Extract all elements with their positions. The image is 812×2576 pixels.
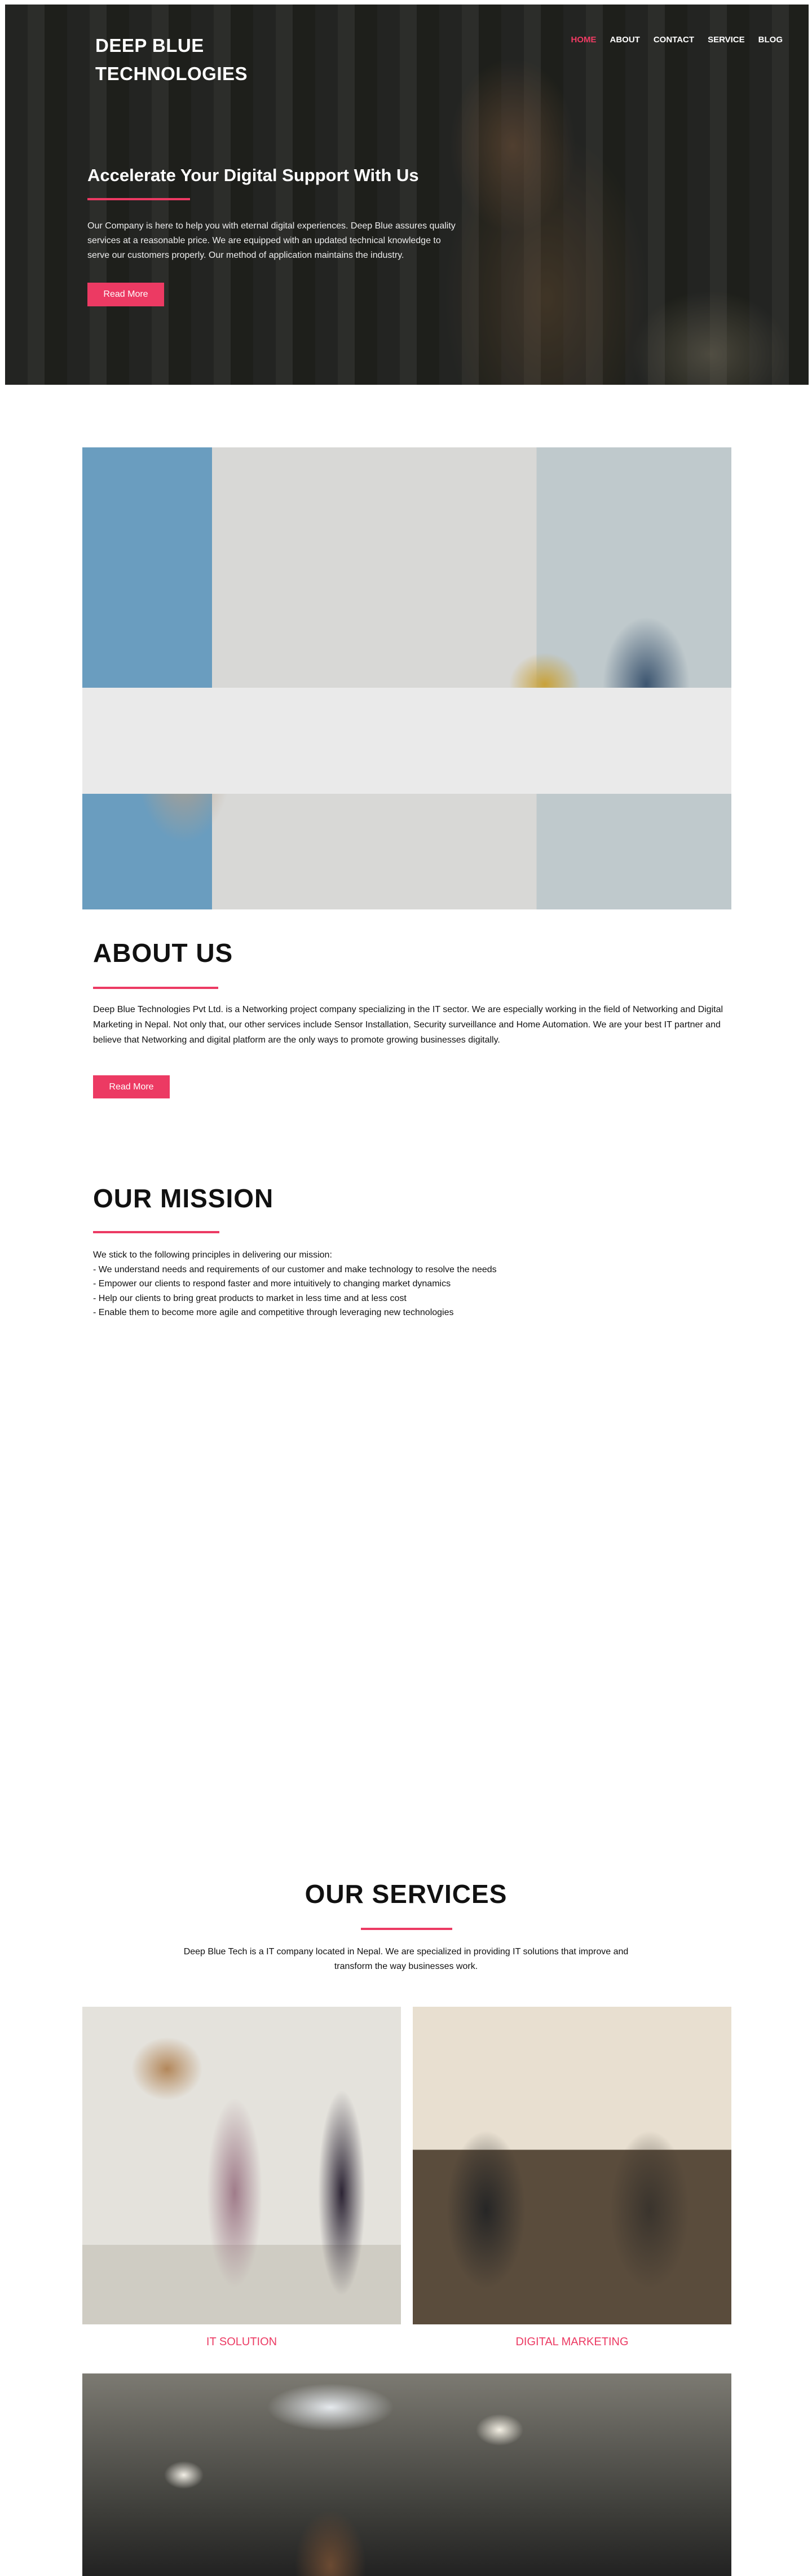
mission-list: We stick to the following principles in … [93,1248,713,1320]
hero-section: DEEP BLUE TECHNOLOGIES HOME ABOUT CONTAC… [5,5,809,385]
services-text: Deep Blue Tech is a IT company located i… [183,1947,629,1971]
about-title: ABOUT US [93,938,233,968]
digital-marketing-image[interactable] [413,2007,731,2324]
logo-line-2: TECHNOLOGIES [95,63,248,84]
mission-item: - Empower our clients to respond faster … [93,1279,451,1289]
about-text: Deep Blue Technologies Pvt Ltd. is a Net… [93,1005,723,1045]
it-solution-image[interactable] [82,2007,401,2324]
services-divider [361,1928,452,1930]
services-title: OUR SERVICES [304,1879,508,1909]
hero-title: Accelerate Your Digital Support With Us [87,165,419,185]
hero-divider [87,198,190,200]
logo[interactable]: DEEP BLUE TECHNOLOGIES [95,32,248,88]
mission-intro: We stick to the following principles in … [93,1250,332,1260]
logo-line-1: DEEP BLUE [95,35,204,56]
nav-service[interactable]: SERVICE [708,35,745,45]
about-divider [93,987,218,989]
nav-blog[interactable]: BLOG [758,35,783,45]
mission-item: - Enable them to become more agile and c… [93,1308,454,1317]
nav-home[interactable]: HOME [571,35,597,45]
hero-read-more-button[interactable]: Read More [87,283,164,306]
hero-text: Our Company is here to help you with ete… [87,221,456,260]
nav-about[interactable]: ABOUT [610,35,640,45]
service-banner-image [82,2373,731,2576]
about-read-more-button[interactable]: Read More [93,1075,170,1098]
mission-item: - Help our clients to bring great produc… [93,1293,407,1303]
mission-item: - We understand needs and requirements o… [93,1264,497,1274]
digital-marketing-label[interactable]: DIGITAL MARKETING [413,2336,731,2349]
nav-contact[interactable]: CONTACT [654,35,694,45]
office-team-image [82,447,731,909]
it-solution-label[interactable]: IT SOLUTION [82,2336,401,2349]
mission-title: OUR MISSION [93,1184,274,1213]
main-nav: HOME ABOUT CONTACT SERVICE BLOG [571,35,783,45]
mission-divider [93,1231,219,1233]
